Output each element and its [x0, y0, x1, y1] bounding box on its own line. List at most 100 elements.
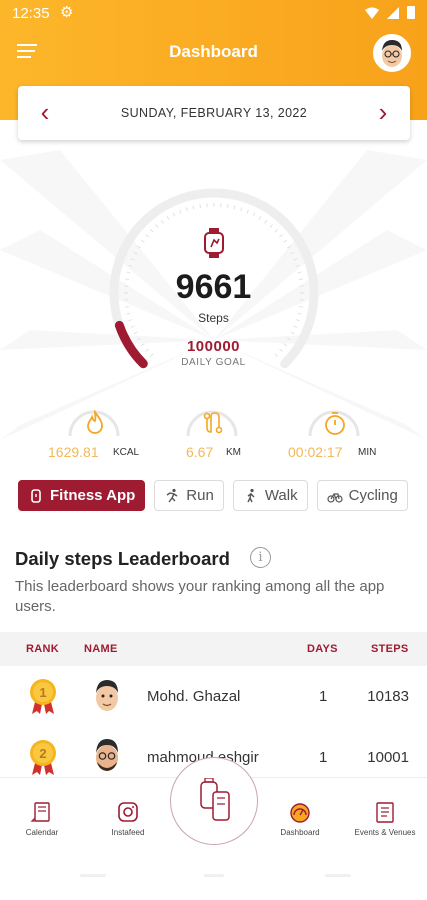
steps-value: 9661 [175, 268, 252, 306]
distance-value: 6.67 [186, 444, 214, 460]
filter-walk-label: Walk [264, 487, 298, 504]
nav-calendar-label: Calendar [25, 828, 59, 837]
column-name: NAME [84, 643, 118, 655]
distance-unit: KM [226, 447, 241, 458]
gauge-tick [246, 209, 249, 214]
steps-label: Steps [198, 311, 229, 325]
nav-dashboard[interactable]: Dashboard [260, 800, 340, 837]
gauge-tick [128, 264, 133, 267]
row-steps: 10001 [367, 749, 409, 766]
leaderboard-description: This leaderboard shows your ranking amon… [15, 578, 385, 615]
instagram-icon [118, 802, 138, 822]
watch-icon [31, 488, 41, 503]
svg-text:1: 1 [39, 685, 46, 700]
gauge-tick [192, 205, 195, 210]
silver-medal-icon: 2 [30, 740, 56, 775]
gauge-tick [137, 245, 141, 249]
fitness-tracker-icon [200, 778, 230, 821]
calories-unit: KCAL [113, 447, 140, 458]
duration-metric: 00:02:17 MIN [282, 398, 402, 468]
gauge-tick [240, 207, 243, 212]
filter-run[interactable]: Run [154, 480, 224, 511]
nav-instafeed-label: Instafeed [111, 828, 145, 837]
gauge-tick [226, 204, 229, 209]
gauge-tick [287, 245, 291, 249]
nav-calendar[interactable]: Calendar [2, 800, 82, 837]
svg-text:2: 2 [39, 746, 46, 761]
date-selector: ‹ SUNDAY, FEBRUARY 13, 2022 › [18, 86, 410, 140]
gesture-hint [204, 874, 224, 877]
date-label: SUNDAY, FEBRUARY 13, 2022 [120, 106, 308, 120]
chevron-right-icon[interactable]: › [368, 98, 398, 128]
filter-fitness-app[interactable]: Fitness App [18, 480, 146, 511]
info-icon[interactable]: i [250, 547, 271, 568]
filter-walk[interactable]: Walk [232, 480, 308, 511]
nav-events-venues[interactable]: Events & Venues [345, 800, 425, 837]
gauge-tick [160, 219, 164, 224]
leaderboard-title: Daily steps Leaderboard [15, 548, 230, 569]
smartwatch-icon [204, 228, 224, 258]
gauge-tick [185, 207, 188, 212]
gear-icon: ⚙ [60, 4, 74, 21]
gauge-tick [172, 212, 176, 217]
filter-cycling[interactable]: Cycling [316, 480, 408, 511]
stopwatch-icon [325, 412, 345, 435]
gauge-tick [274, 229, 278, 233]
column-rank: RANK [26, 643, 59, 655]
wifi-icon [365, 7, 379, 19]
gesture-hint [325, 874, 351, 877]
gauge-tick [133, 331, 138, 335]
gauge-tick [283, 239, 288, 243]
gold-medal-icon: 1 [30, 679, 56, 714]
run-icon [166, 488, 178, 502]
activity-filters: Fitness App Run Walk Cycling [18, 480, 408, 512]
dashboard-gauge-icon [290, 803, 310, 823]
gauge-tick [269, 224, 273, 228]
gauge-tick [145, 234, 149, 238]
gauge-tick [293, 258, 298, 261]
avatar [88, 736, 126, 774]
avatar [88, 676, 126, 714]
walk-icon [247, 488, 255, 502]
gauge-tick [279, 234, 283, 238]
gauge-tick [166, 216, 170, 220]
column-days: DAYS [307, 643, 338, 655]
signal-icon [387, 6, 399, 19]
daily-goal-label: DAILY GOAL [181, 357, 246, 368]
gauge-tick [264, 219, 268, 224]
gauge-tick [290, 331, 295, 335]
gauge-tick [252, 212, 256, 217]
filter-run-label: Run [186, 487, 214, 504]
table-row[interactable]: 1 Mohd. Ghazal 1 10183 [0, 666, 427, 726]
column-steps: STEPS [371, 643, 409, 655]
duration-value: 00:02:17 [288, 444, 343, 460]
gauge-tick [133, 251, 138, 255]
row-steps: 10183 [367, 688, 409, 705]
distance-metric: 6.67 KM [160, 398, 280, 468]
page-title: Dashboard [169, 42, 258, 61]
calendar-icon [30, 802, 50, 822]
bike-icon [327, 492, 343, 503]
filter-fitness-app-label: Fitness App [50, 487, 136, 504]
row-days: 1 [319, 749, 328, 766]
gauge-tick [130, 258, 135, 261]
route-icon [203, 412, 223, 434]
calories-value: 1629.81 [48, 444, 99, 460]
nav-events-venues-label: Events & Venues [354, 828, 416, 837]
gauge-tick [295, 264, 300, 267]
status-time: 12:35 [12, 5, 50, 22]
gauge-tick [293, 325, 298, 328]
fitness-tracker-button[interactable] [170, 757, 258, 845]
leaderboard-header: RANK NAME DAYS STEPS [0, 632, 427, 666]
nav-instafeed[interactable]: Instafeed [88, 800, 168, 837]
gauge-tick [233, 205, 236, 210]
row-name: Mohd. Ghazal [147, 688, 241, 705]
daily-goal-value: 100000 [186, 338, 241, 355]
events-list-icon [376, 802, 394, 823]
row-days: 1 [319, 688, 328, 705]
gauge-tick [179, 209, 182, 214]
nav-dashboard-label: Dashboard [280, 828, 320, 837]
user-avatar-icon[interactable] [373, 34, 411, 72]
gauge-tick [155, 224, 159, 228]
gauge-tick [140, 239, 145, 243]
